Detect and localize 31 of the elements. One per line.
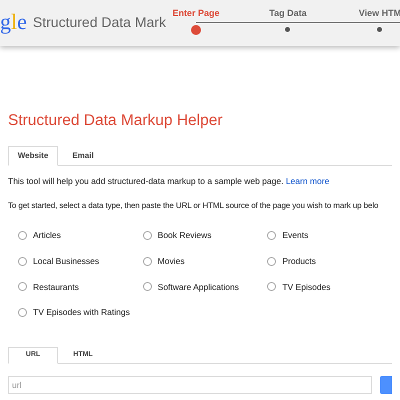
radio-button[interactable] — [18, 230, 27, 240]
page-title: Structured Data Markup Helper — [8, 111, 224, 131]
radio-label: Local Businesses — [33, 254, 100, 268]
radio-label: Events — [282, 229, 308, 242]
radio-button[interactable] — [142, 282, 152, 292]
url-field[interactable]: url — [8, 376, 372, 394]
radio-label: Restaurants — [33, 280, 79, 294]
radio-label: TV Episodes — [282, 280, 331, 294]
step-label: Tag Data — [269, 7, 307, 20]
logo: gle — [0, 11, 27, 35]
learn-more-link[interactable]: Learn more — [286, 176, 330, 186]
tab[interactable]: Email — [58, 146, 108, 166]
radio-button[interactable] — [142, 256, 152, 266]
radio-button[interactable] — [267, 256, 276, 266]
radio-button[interactable] — [267, 282, 276, 292]
tab[interactable]: Website — [8, 146, 58, 166]
instruction-text: To get started, select a data type, then paste the URL or HTML source of the page you wish to mark up belo — [8, 200, 380, 212]
radio-label: Book Reviews — [158, 229, 212, 242]
radio-label: Software Applications — [158, 280, 239, 294]
radio-button[interactable] — [267, 230, 276, 240]
radio-button[interactable] — [18, 282, 27, 292]
intro-text: This tool will help you add structured-data markup to a sample web page. Learn more — [8, 175, 330, 188]
radio-button[interactable] — [18, 308, 27, 318]
step-label: Enter Page — [172, 7, 220, 20]
app-title: Structured Data Mark — [32, 12, 166, 32]
radio-button[interactable] — [142, 230, 152, 240]
radio-button[interactable] — [18, 256, 27, 266]
radio-label: Products — [282, 254, 316, 268]
radio-label: Articles — [33, 229, 61, 242]
radio-label: Movies — [158, 254, 185, 268]
radio-label: TV Episodes with Ratings — [33, 306, 130, 319]
